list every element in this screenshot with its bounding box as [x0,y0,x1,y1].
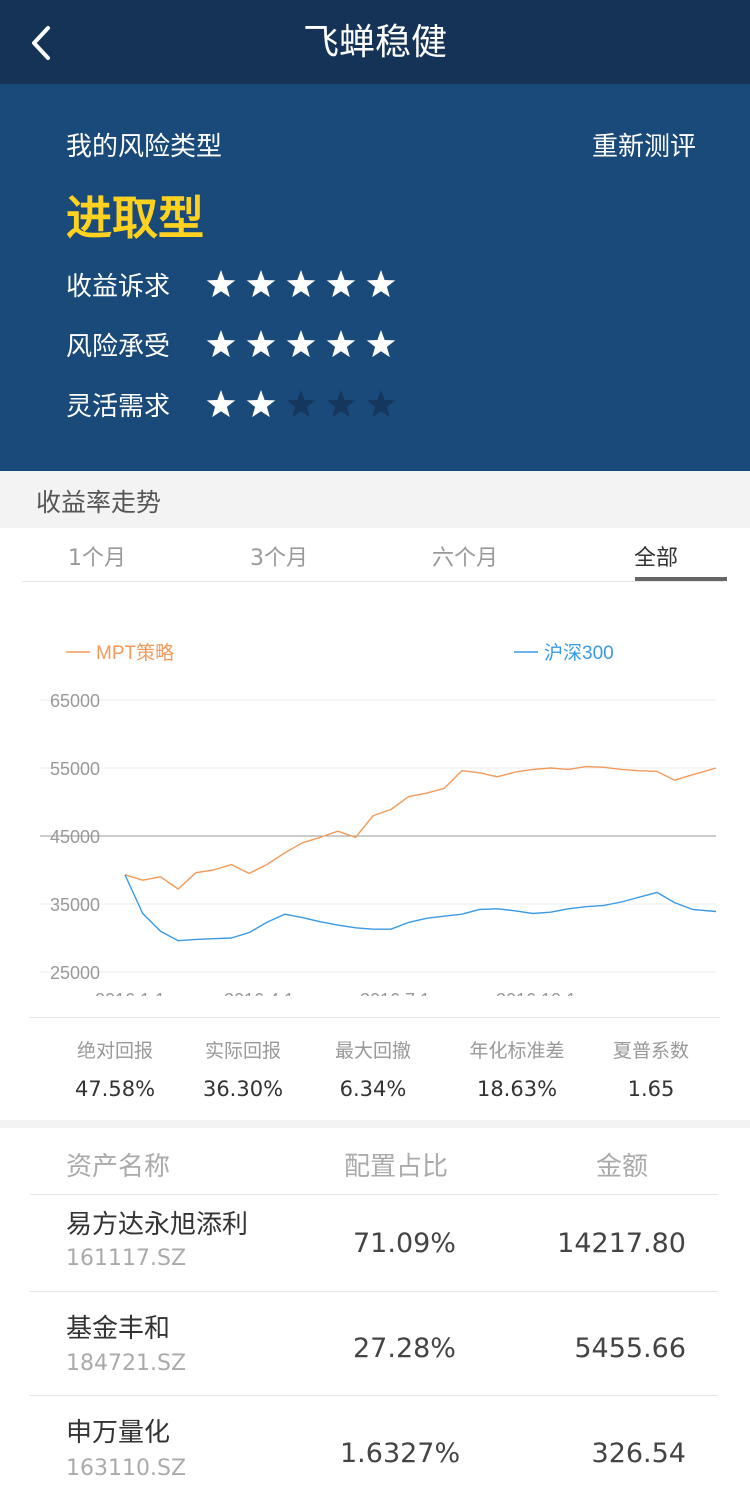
asset-name: 基金丰和 [66,1314,171,1344]
section-title: 收益率走势 [36,488,162,517]
star-rating [204,267,404,301]
x-tick-label: 2016.10.1 [496,990,576,996]
risk-type-value: 进取型 [66,191,204,245]
series-line [124,874,717,942]
rating-label: 灵活需求 [66,391,171,422]
stat-value: 36.30% [202,1077,284,1101]
star-filled-icon [206,330,236,358]
asset-code: 163110.SZ [66,1456,187,1481]
asset-amount: 5455.66 [574,1333,686,1364]
y-tick-label: 65000 [50,691,100,711]
stat-label: 年化标准差 [469,1040,565,1062]
asset-amount: 326.54 [591,1438,686,1469]
asset-name: 申万量化 [66,1418,171,1448]
risk-type-label: 我的风险类型 [66,132,223,162]
divider [30,1194,718,1195]
stat-sharpe-ratio: 夏普系数 1.65 [596,1036,706,1101]
return-trend-card: 1个月 3个月 六个月 全部 65000 55000 45000 35000 25000… [0,528,750,1120]
stat-actual-return: 实际回报 36.30% [188,1036,298,1101]
stat-value: 6.34% [339,1077,407,1101]
x-tick-label: 2016.1.1 [95,990,165,996]
stat-value: 1.65 [627,1077,675,1101]
asset-ratio: 1.6327% [340,1438,461,1469]
star-empty-icon [286,390,316,418]
star-rating [204,387,404,421]
return-line-chart: 65000 55000 45000 35000 25000 2016.1.1 2016.4.… [40,642,717,996]
stat-value: 47.58% [74,1077,156,1101]
star-rating [204,327,404,361]
stat-label: 最大回撤 [334,1040,411,1062]
asset-amount: 14217.80 [557,1228,686,1259]
tab-1-month[interactable]: 1个月 [68,540,126,572]
asset-name: 易方达永旭添利 [66,1210,249,1240]
section-header: 收益率走势 [0,471,750,528]
column-header-amount: 金额 [596,1152,649,1182]
stat-value: 18.63% [476,1077,558,1101]
star-filled-icon [286,270,316,298]
stat-annual-std: 年化标准差 18.63% [462,1036,572,1101]
rating-row-return: 收益诉求 [66,262,404,306]
column-header-name: 资产名称 [66,1152,171,1182]
rating-label: 风险承受 [66,331,171,362]
divider [30,1395,718,1396]
asset-code: 184721.SZ [66,1351,187,1376]
rating-row-flexibility: 灵活需求 [66,382,404,426]
star-filled-icon [366,270,396,298]
asset-ratio: 27.28% [353,1333,456,1364]
series-line [124,765,717,890]
divider [30,1017,720,1018]
tab-6-months[interactable]: 六个月 [432,540,498,572]
star-filled-icon [246,390,276,418]
star-filled-icon [206,270,236,298]
star-empty-icon [366,390,396,418]
column-header-ratio: 配置占比 [344,1152,449,1182]
tab-3-months[interactable]: 3个月 [250,540,308,572]
top-navbar: 飞蝉稳健 [0,0,750,84]
retest-button[interactable]: 重新测评 [592,126,696,163]
star-filled-icon [246,270,276,298]
asset-code: 161117.SZ [66,1246,187,1271]
star-filled-icon [366,330,396,358]
legend-label: 沪深300 [544,642,614,664]
y-tick-label: 35000 [50,895,100,915]
period-tabs: 1个月 3个月 六个月 全部 [22,528,727,582]
x-tick-label: 2016.4.1 [224,990,294,996]
star-filled-icon [206,390,236,418]
y-tick-label: 25000 [50,963,100,983]
stat-max-drawdown: 最大回撤 6.34% [318,1036,428,1101]
y-tick-label: 55000 [50,759,100,779]
star-filled-icon [326,270,356,298]
risk-profile-panel: 我的风险类型 重新测评 进取型 收益诉求 风险承受 灵活需求 [0,84,750,471]
tab-all[interactable]: 全部 [634,540,678,572]
active-tab-indicator [635,577,727,581]
stat-label: 夏普系数 [612,1040,689,1062]
star-empty-icon [326,390,356,418]
divider [30,1291,718,1292]
x-tick-label: 2016.7.1 [360,990,430,996]
stat-label: 绝对回报 [76,1040,153,1062]
star-filled-icon [246,330,276,358]
star-filled-icon [286,330,316,358]
rating-row-risk: 风险承受 [66,322,404,366]
stat-label: 实际回报 [204,1040,281,1062]
rating-label: 收益诉求 [66,271,171,302]
legend-label: MPT策略 [96,642,174,664]
page-title: 飞蝉稳健 [302,22,447,63]
asset-allocation-table: 资产名称 配置占比 金额 易方达永旭添利 161117.SZ 71.09% 14… [0,1128,750,1500]
stat-absolute-return: 绝对回报 47.58% [60,1036,170,1101]
star-filled-icon [326,330,356,358]
y-tick-label: 45000 [50,827,100,847]
asset-ratio: 71.09% [353,1228,456,1259]
